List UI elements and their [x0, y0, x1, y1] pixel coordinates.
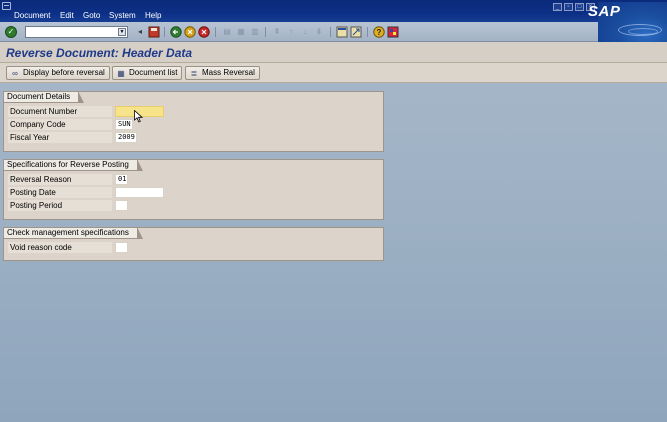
print-icon: ▤	[223, 27, 231, 36]
menu-system[interactable]: System	[109, 11, 136, 20]
fiscal-year-row: Fiscal Year 2009	[4, 131, 383, 144]
reverse-posting-title: Specifications for Reverse Posting	[4, 159, 143, 171]
help-icon[interactable]: ?	[373, 26, 385, 38]
reverse-posting-frame: Specifications for Reverse Posting Rever…	[3, 159, 384, 220]
back-icon[interactable]	[170, 26, 182, 38]
application-toolbar: ∞ Display before reversal ▦ Document lis…	[0, 63, 667, 83]
command-dropdown-icon[interactable]: ▼	[118, 28, 126, 36]
company-code-field[interactable]: SUN	[115, 119, 133, 130]
first-page-icon: ⇞	[273, 27, 281, 36]
maximize-icon[interactable]: □	[575, 3, 584, 11]
menu-goto[interactable]: Goto	[83, 11, 100, 20]
restore-icon[interactable]: ▫	[564, 3, 573, 11]
reversal-reason-field[interactable]: 01	[115, 174, 128, 185]
system-menu-icon[interactable]	[2, 2, 11, 10]
reversal-reason-label: Reversal Reason	[8, 174, 112, 185]
list-icon: ▦	[117, 68, 125, 78]
enter-icon[interactable]: ✓	[5, 26, 17, 38]
posting-date-label: Posting Date	[8, 187, 112, 198]
page-title: Reverse Document: Header Data	[6, 46, 193, 60]
menu-edit[interactable]: Edit	[60, 11, 74, 20]
posting-period-row: Posting Period	[4, 199, 383, 212]
find-next-icon: ▥	[251, 27, 259, 36]
standard-toolbar: ✓ ▼ ◂ ▤ ▦ ▥ ⇞ ↑ ↓ ⇟ ?	[0, 22, 598, 42]
svg-text:?: ?	[377, 28, 382, 37]
posting-period-field[interactable]	[115, 200, 128, 211]
void-reason-code-field[interactable]	[115, 242, 128, 253]
document-number-label: Document Number	[8, 106, 112, 117]
command-field[interactable]: ▼	[25, 26, 128, 38]
mass-reversal-button[interactable]: ≣ Mass Reversal	[185, 66, 260, 80]
void-reason-code-row: Void reason code	[4, 241, 383, 254]
display-before-reversal-button[interactable]: ∞ Display before reversal	[6, 66, 110, 80]
title-bar: Reverse Document: Header Data	[0, 42, 667, 63]
document-details-frame: Document Details Document Number Company…	[3, 91, 384, 152]
posting-date-row: Posting Date	[4, 186, 383, 199]
save-icon[interactable]	[148, 26, 160, 38]
document-number-row: Document Number	[4, 105, 383, 118]
sap-logo-text: SAP	[588, 3, 621, 20]
reversal-reason-row: Reversal Reason 01	[4, 173, 383, 186]
void-reason-code-label: Void reason code	[8, 242, 112, 253]
new-session-icon[interactable]	[336, 26, 348, 38]
exit-icon[interactable]	[184, 26, 196, 38]
work-area: Document Details Document Number Company…	[0, 84, 667, 422]
cancel-icon[interactable]	[198, 26, 210, 38]
company-code-row: Company Code SUN	[4, 118, 383, 131]
next-page-icon: ↓	[303, 27, 307, 36]
mass-reversal-icon: ≣	[190, 68, 198, 78]
find-icon: ▦	[237, 27, 245, 36]
minimize-icon[interactable]: _	[553, 3, 562, 11]
posting-period-label: Posting Period	[8, 200, 112, 211]
menu-document[interactable]: Document	[14, 11, 50, 20]
document-details-title: Document Details	[4, 91, 85, 103]
menu-bar: Document Edit Goto System Help _ ▫ □ ×	[0, 0, 667, 22]
glasses-icon: ∞	[12, 68, 18, 78]
shortcut-icon[interactable]	[350, 26, 362, 38]
document-list-button[interactable]: ▦ Document list	[112, 66, 183, 80]
mouse-cursor-icon	[134, 110, 143, 123]
last-page-icon: ⇟	[315, 27, 323, 36]
check-management-frame: Check management specifications Void rea…	[3, 227, 384, 261]
collapse-left-icon[interactable]: ◂	[134, 26, 146, 38]
check-management-title: Check management specifications	[4, 227, 143, 239]
fiscal-year-label: Fiscal Year	[8, 132, 112, 143]
fiscal-year-field[interactable]: 2009	[115, 132, 137, 143]
customize-layout-icon[interactable]	[387, 26, 399, 38]
menu-help[interactable]: Help	[145, 11, 161, 20]
posting-date-field[interactable]	[115, 187, 164, 198]
company-code-label: Company Code	[8, 119, 112, 130]
previous-page-icon: ↑	[289, 27, 293, 36]
